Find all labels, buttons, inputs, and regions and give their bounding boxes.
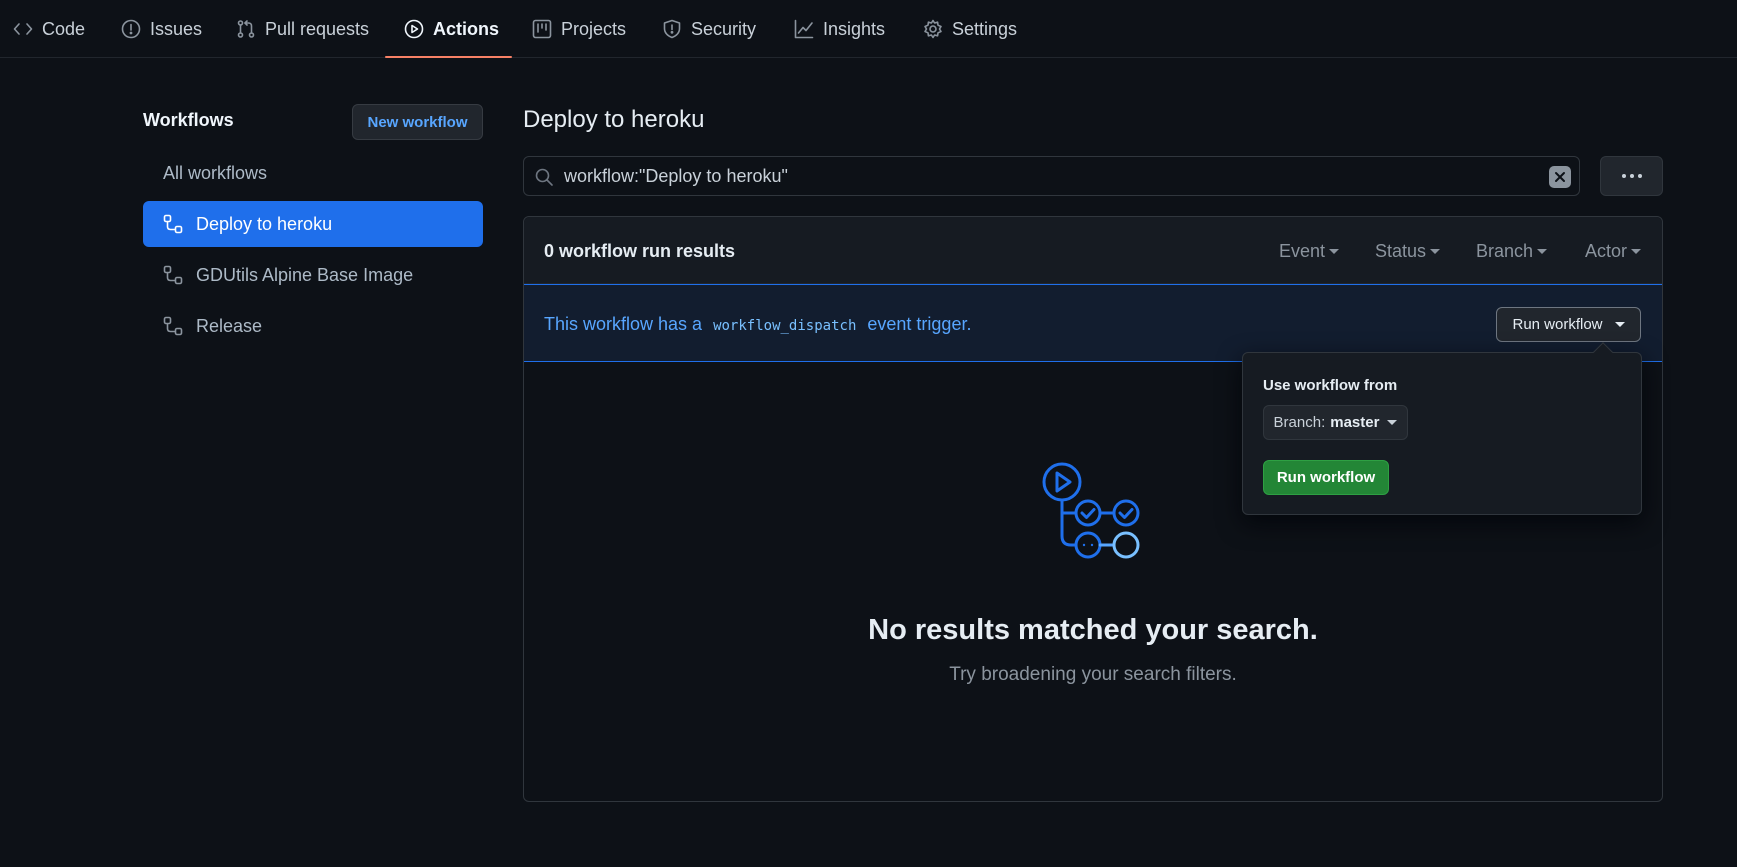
sidebar-item-all-workflows[interactable]: All workflows bbox=[143, 150, 483, 196]
tab-label: Pull requests bbox=[265, 18, 370, 39]
caret-down-icon bbox=[1614, 322, 1625, 327]
repo-nav: Code Issues Pull requests Actions Projec… bbox=[0, 0, 1737, 58]
filter-branch[interactable]: Branch bbox=[1476, 241, 1548, 262]
dispatch-text-before: This workflow has a bbox=[544, 314, 703, 334]
sidebar-item-deploy-to-heroku[interactable]: Deploy to heroku bbox=[143, 201, 483, 247]
branch-value: master bbox=[1330, 414, 1380, 431]
run-workflow-dropdown-button[interactable]: Run workflow bbox=[1496, 307, 1641, 342]
tab-label: Projects bbox=[561, 18, 627, 39]
tab-label: Insights bbox=[823, 18, 886, 39]
tab-label: Security bbox=[691, 18, 757, 39]
tab-projects[interactable]: Projects bbox=[532, 0, 626, 58]
sidebar-item-label: Release bbox=[196, 315, 263, 336]
tab-issues[interactable]: Issues bbox=[121, 0, 202, 58]
more-options-button[interactable] bbox=[1600, 156, 1663, 196]
graph-icon bbox=[794, 19, 814, 39]
tab-actions[interactable]: Actions bbox=[404, 0, 499, 58]
issue-icon bbox=[121, 19, 141, 39]
workflow-icon bbox=[163, 316, 183, 336]
play-icon bbox=[404, 19, 424, 39]
tab-insights[interactable]: Insights bbox=[794, 0, 885, 58]
filter-actor[interactable]: Actor bbox=[1585, 241, 1642, 262]
run-workflow-label: Run workflow bbox=[1512, 316, 1603, 333]
kebab-dot-icon bbox=[1621, 174, 1626, 178]
tab-security[interactable]: Security bbox=[662, 0, 756, 58]
tab-pull-requests[interactable]: Pull requests bbox=[236, 0, 369, 58]
pull-request-icon bbox=[237, 20, 255, 38]
tab-label: Code bbox=[42, 18, 86, 39]
search-icon bbox=[535, 168, 553, 186]
branch-select-button[interactable]: Branch: master bbox=[1263, 405, 1408, 440]
kebab-dot-icon bbox=[1637, 174, 1642, 178]
search-box bbox=[523, 156, 1580, 196]
dispatch-text: This workflow has a workflow_dispatch ev… bbox=[544, 314, 971, 335]
tab-label: Issues bbox=[150, 18, 203, 39]
sidebar-item-gdutils-alpine-base-image[interactable]: GDUtils Alpine Base Image bbox=[143, 252, 483, 298]
dispatch-text-after: event trigger. bbox=[867, 314, 972, 334]
caret-down-icon bbox=[1537, 249, 1548, 254]
code-icon bbox=[13, 23, 33, 35]
run-workflow-popover: Use workflow from Branch: master Run wor… bbox=[1242, 352, 1642, 515]
dispatch-event-code: workflow_dispatch bbox=[713, 318, 857, 334]
empty-state-title: No results matched your search. bbox=[868, 614, 1318, 646]
filter-label: Actor bbox=[1585, 241, 1628, 261]
tab-label: Settings bbox=[952, 18, 1018, 39]
new-workflow-button[interactable]: New workflow bbox=[352, 104, 483, 140]
tab-settings[interactable]: Settings bbox=[923, 0, 1017, 58]
close-icon bbox=[1555, 172, 1565, 182]
filter-status[interactable]: Status bbox=[1375, 241, 1441, 262]
results-count: 0 workflow run results bbox=[544, 241, 736, 261]
gear-icon bbox=[924, 19, 942, 39]
caret-down-icon bbox=[1430, 249, 1441, 254]
filter-label: Status bbox=[1375, 241, 1427, 261]
tab-label: Actions bbox=[433, 18, 500, 39]
caret-down-icon bbox=[1329, 249, 1340, 254]
search-input[interactable] bbox=[564, 157, 1504, 195]
caret-down-icon bbox=[1387, 420, 1398, 425]
active-tab-underline bbox=[385, 56, 512, 58]
clear-search-button[interactable] bbox=[1549, 166, 1571, 188]
workflow-illustration-icon bbox=[1042, 462, 1140, 559]
dispatch-banner: This workflow has a workflow_dispatch ev… bbox=[524, 284, 1662, 362]
caret-down-icon bbox=[1631, 249, 1642, 254]
sidebar-item-label: Deploy to heroku bbox=[196, 213, 333, 234]
workflow-icon bbox=[163, 265, 183, 285]
results-header: 0 workflow run results Event Status Bran… bbox=[524, 217, 1662, 284]
sidebar-item-label: GDUtils Alpine Base Image bbox=[196, 264, 414, 285]
filter-event[interactable]: Event bbox=[1279, 241, 1340, 262]
sidebar-item-release[interactable]: Release bbox=[143, 303, 483, 349]
tab-code[interactable]: Code bbox=[13, 0, 85, 58]
project-icon bbox=[532, 19, 552, 39]
sidebar-item-label: All workflows bbox=[163, 162, 268, 183]
branch-prefix: Branch: bbox=[1273, 414, 1326, 431]
use-workflow-from-label: Use workflow from bbox=[1263, 377, 1398, 394]
page-title: Deploy to heroku bbox=[523, 106, 705, 133]
sidebar-title: Workflows bbox=[143, 110, 234, 130]
kebab-dot-icon bbox=[1629, 174, 1634, 178]
shield-icon bbox=[663, 19, 681, 39]
filter-label: Branch bbox=[1476, 241, 1534, 261]
empty-state-subtitle: Try broadening your search filters. bbox=[949, 664, 1237, 685]
run-workflow-button[interactable]: Run workflow bbox=[1263, 460, 1389, 495]
workflow-icon bbox=[163, 214, 183, 234]
filter-label: Event bbox=[1279, 241, 1326, 261]
